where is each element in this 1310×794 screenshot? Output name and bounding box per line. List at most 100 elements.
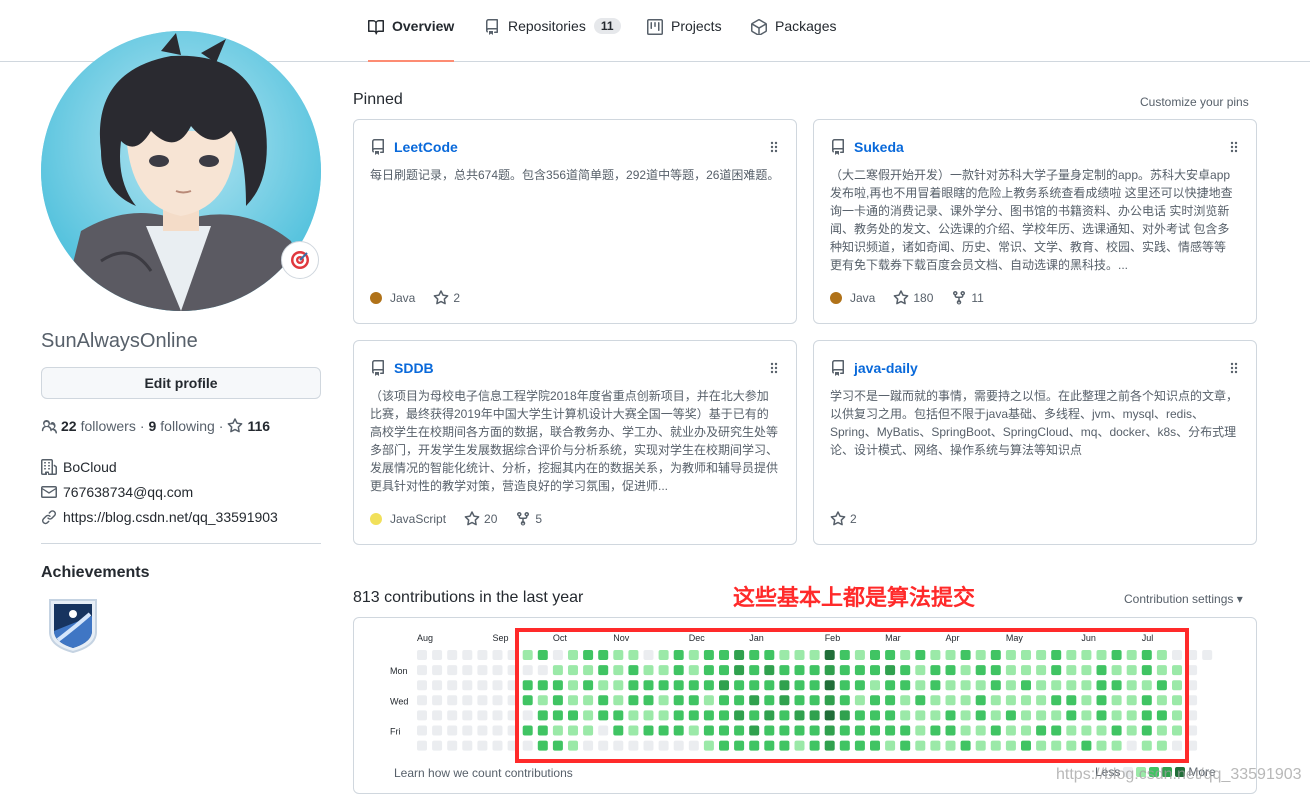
followers-count[interactable]: 22 (61, 418, 77, 434)
repo-language: JavaScript (370, 512, 446, 526)
image-watermark: https://blog.csdn.net/qq_33591903 (1056, 766, 1302, 783)
repo-name-link[interactable]: java-daily (854, 360, 918, 376)
repo-language: Java (370, 291, 415, 305)
repo-name-link[interactable]: SDDB (394, 360, 434, 376)
contributions-heading: 813 contributions in the last year (353, 589, 584, 606)
people-icon (41, 420, 57, 434)
star-icon (228, 418, 243, 433)
avatar-illustration (41, 31, 321, 311)
language-label: Java (390, 291, 416, 305)
achievement-badge[interactable] (46, 596, 100, 654)
repo-header: Sukeda (830, 139, 904, 155)
repo-icon (372, 360, 384, 376)
star-icon (433, 290, 449, 305)
pinned-heading: Pinned (353, 91, 403, 108)
repo-stars[interactable]: 2 (433, 290, 460, 306)
drag-grip-icon[interactable] (1230, 141, 1238, 153)
repo-stars[interactable]: 2 (830, 511, 857, 527)
package-icon (751, 19, 767, 35)
organization-icon (41, 459, 57, 475)
follow-stats: 22 followers · 9 following · 116 (41, 418, 270, 434)
repo-meta: Java 2 (370, 290, 460, 306)
star-count: 20 (484, 512, 498, 526)
annotation-highlight-box (515, 628, 1189, 763)
following-count[interactable]: 9 (149, 418, 157, 434)
repo-name-link[interactable]: LeetCode (394, 139, 458, 155)
red-annotation-text: 这些基本上都是算法提交 (733, 585, 976, 610)
star-icon (893, 290, 909, 305)
repo-description: （该项目为母校电子信息工程学院2018年度省重点创新项目，并在北大参加比赛，最终… (370, 389, 779, 493)
link-icon (42, 510, 57, 525)
stars-count[interactable]: 116 (247, 418, 270, 434)
repo-header: LeetCode (370, 139, 458, 155)
repo-icon (372, 139, 384, 155)
email-link[interactable]: 767638734@qq.com (63, 484, 193, 500)
status-emoji-button[interactable] (281, 241, 319, 279)
fork-count: 5 (535, 512, 543, 526)
language-label: JavaScript (390, 512, 447, 526)
repo-forks[interactable]: 11 (951, 290, 984, 306)
language-label: Java (850, 291, 876, 305)
project-icon (647, 19, 663, 35)
drag-grip-icon[interactable] (770, 141, 778, 153)
tab-overview-label: Overview (392, 18, 455, 34)
arctic-badge-icon (49, 599, 97, 654)
repo-description: 每日刷题记录，总共674题。包含356道简单题，292道中等题，26道困难题。 (370, 168, 780, 182)
star-count: 180 (913, 291, 934, 305)
followers-link[interactable]: followers (81, 418, 136, 434)
tab-repositories-label: Repositories (508, 18, 586, 34)
drag-grip-icon[interactable] (770, 362, 778, 374)
pinned-repo-card: LeetCode 每日刷题记录，总共674题。包含356道简单题，292道中等题… (353, 119, 797, 324)
website-link[interactable]: https://blog.csdn.net/qq_33591903 (63, 509, 278, 525)
language-color-dot (370, 292, 382, 304)
target-icon (291, 251, 309, 269)
star-count: 2 (850, 512, 857, 526)
star-icon (464, 511, 480, 526)
tab-repositories[interactable]: Repositories 11 (484, 18, 621, 62)
pinned-repo-card: java-daily 学习不是一蹴而就的事情，需要持之以恒。在此整理之前各个知识… (813, 340, 1257, 545)
repo-stars[interactable]: 20 (464, 511, 497, 527)
repo-forks[interactable]: 5 (515, 511, 542, 527)
repo-name-link[interactable]: Sukeda (854, 139, 904, 155)
star-icon (830, 511, 846, 526)
edit-profile-button[interactable]: Edit profile (41, 367, 321, 399)
achievements-heading[interactable]: Achievements (41, 564, 150, 582)
star-count: 2 (453, 291, 461, 305)
separator-dot: · (139, 418, 145, 434)
tab-projects-label: Projects (671, 18, 722, 34)
repo-header: SDDB (370, 360, 434, 376)
learn-contributions-link[interactable]: Learn how we count contributions (394, 766, 573, 780)
pinned-repo-card: SDDB （该项目为母校电子信息工程学院2018年度省重点创新项目，并在北大参加… (353, 340, 797, 545)
following-link[interactable]: following (160, 418, 214, 434)
repo-icon (486, 19, 498, 35)
profile-username: SunAlwaysOnline (41, 330, 198, 352)
book-icon (368, 20, 384, 35)
fork-icon (953, 290, 966, 305)
profile-website[interactable]: https://blog.csdn.net/qq_33591903 (41, 509, 278, 525)
repositories-count-badge: 11 (593, 18, 621, 34)
profile-avatar[interactable] (41, 31, 321, 311)
contribution-settings-dropdown[interactable]: Contribution settings ▾ (1124, 592, 1243, 606)
repo-meta: Java 180 11 (830, 290, 984, 306)
pinned-repo-card: Sukeda （大二寒假开始开发）一款针对苏科大学子量身定制的app。苏科大安卓… (813, 119, 1257, 324)
fork-count: 11 (971, 291, 984, 305)
tab-projects[interactable]: Projects (647, 18, 722, 62)
profile-email[interactable]: 767638734@qq.com (41, 484, 193, 500)
language-color-dot (830, 292, 842, 304)
repo-description: 学习不是一蹴而就的事情，需要持之以恒。在此整理之前各个知识点的文章，以供复习之用… (830, 389, 1239, 457)
customize-pins-link[interactable]: Customize your pins (1140, 95, 1249, 109)
drag-grip-icon[interactable] (1230, 362, 1238, 374)
repo-stars[interactable]: 180 (893, 290, 933, 306)
tab-overview[interactable]: Overview (368, 18, 455, 62)
mail-icon (41, 486, 57, 498)
profile-company: BoCloud (41, 459, 117, 475)
repo-icon (832, 139, 844, 155)
tab-packages[interactable]: Packages (751, 18, 836, 62)
company-name: BoCloud (63, 459, 117, 475)
repo-meta: JavaScript 20 5 (370, 511, 542, 527)
repo-icon (832, 360, 844, 376)
repo-language: Java (830, 291, 875, 305)
fork-icon (517, 511, 530, 526)
repo-description: （大二寒假开始开发）一款针对苏科大学子量身定制的app。苏科大安卓app发布啦,… (830, 168, 1233, 272)
repo-meta: 2 (830, 511, 857, 527)
